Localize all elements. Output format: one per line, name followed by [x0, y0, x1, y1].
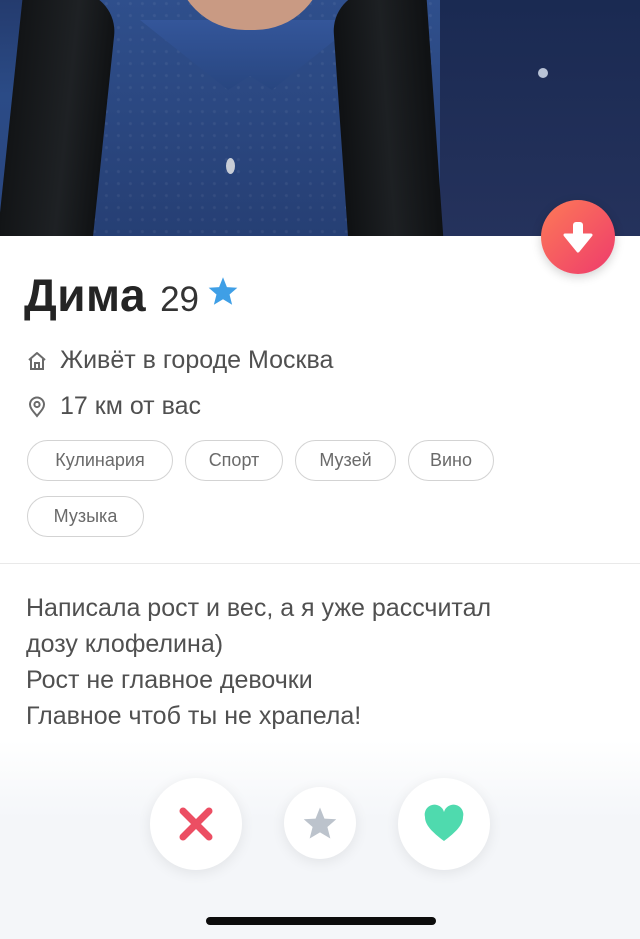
profile-photo[interactable] [0, 0, 640, 236]
divider [0, 563, 640, 564]
lives-in-text: Живёт в городе Москва [60, 346, 334, 374]
profile-screen: Дима 29 Живёт в городе Москва 17 км от в… [0, 0, 640, 939]
close-icon [179, 807, 213, 841]
interest-tag: Вино [408, 440, 494, 481]
bio-text: Написала рост и вес, а я уже рассчитал д… [26, 594, 492, 730]
interest-tag: Музей [295, 440, 396, 481]
distance-line: 17 км от вас [26, 392, 201, 421]
distance-text: 17 км от вас [60, 392, 201, 420]
profile-age: 29 [160, 280, 199, 319]
superlike-button[interactable] [284, 787, 356, 859]
interest-tag: Спорт [185, 440, 283, 481]
nope-button[interactable] [150, 778, 242, 870]
interest-tag: Музыка [27, 496, 144, 537]
collapse-profile-button[interactable] [541, 200, 615, 274]
star-icon [303, 807, 337, 839]
star-icon [207, 276, 239, 311]
name-row: Дима 29 [24, 268, 239, 322]
profile-name: Дима [24, 269, 147, 321]
arrow-down-icon [563, 222, 593, 253]
heart-icon [424, 804, 464, 841]
location-pin-icon [26, 396, 48, 418]
like-button[interactable] [398, 778, 490, 870]
interest-tag: Кулинария [27, 440, 173, 481]
lives-in-line: Живёт в городе Москва [26, 346, 333, 375]
home-indicator[interactable] [206, 917, 436, 925]
home-icon [26, 350, 48, 372]
